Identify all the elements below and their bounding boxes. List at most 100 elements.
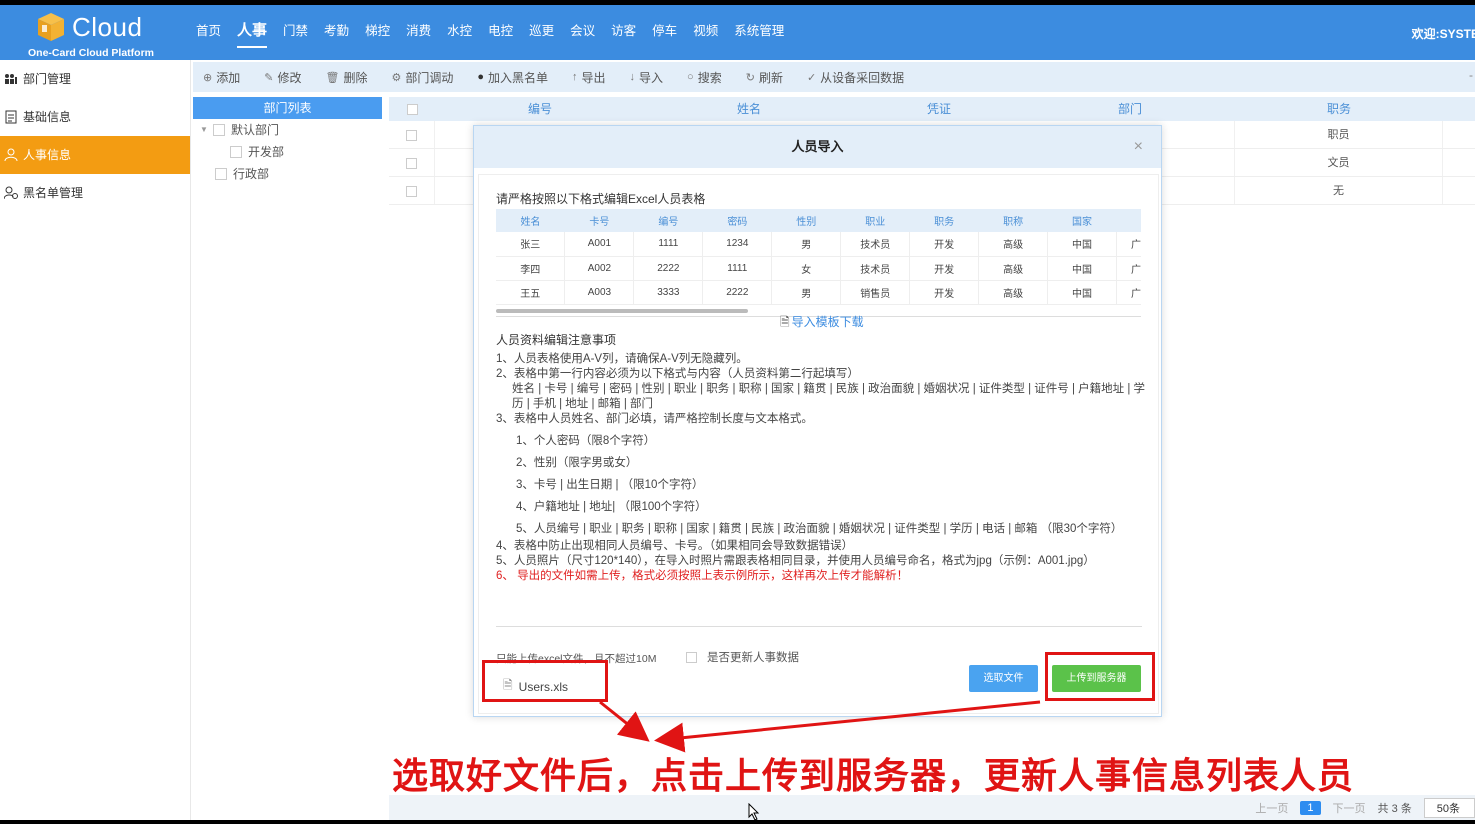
sidebar-item-blacklist[interactable]: 黑名单管理 [0,174,190,212]
position-cell: 文员 [1235,149,1443,176]
notes-title: 人员资料编辑注意事项 [496,333,617,347]
sidebar-item-label: 人事信息 [23,148,72,162]
document-icon [5,110,17,124]
note-item: 1、人员表格使用A-V列，请确保A-V列无隐藏列。 [496,353,748,365]
gear-icon: ⚙ [391,71,402,84]
current-page[interactable]: 1 [1300,800,1321,815]
note-subitem: 2、性别（限字男或女） [516,457,638,469]
export-button[interactable]: ↑ 导出 [572,69,606,86]
sidebar-item-label: 黑名单管理 [23,186,84,200]
nav-access[interactable]: 门禁 [275,5,316,60]
select-file-button[interactable]: 选取文件 [969,665,1038,692]
nav-patrol[interactable]: 巡更 [521,5,562,60]
next-page-button[interactable]: 下一页 [1333,800,1366,816]
table-header: 编号 姓名 凭证 部门 职务 [389,97,1475,121]
update-personnel-checkbox[interactable]: 是否更新人事数据 [686,649,799,665]
nav-attendance[interactable]: 考勤 [316,5,357,60]
collect-button[interactable]: ✓ 从设备采回数据 [807,69,904,86]
tree-node-dev[interactable]: 开发部 [193,141,382,163]
sample-row: 李四 A002 2222 1111 女技术员 开发 高级 中国广 [496,256,1141,281]
sample-col: 姓名 [496,209,565,232]
toolbar-more[interactable]: - [1469,68,1473,82]
nav-visitor[interactable]: 访客 [603,5,644,60]
col-position[interactable]: 职务 [1235,97,1443,121]
page-size-select[interactable]: 50条 [1423,797,1475,818]
import-button[interactable]: ↓ 导入 [630,69,664,86]
template-download-link[interactable]: 🗎 导入模板下载 [780,313,864,334]
sample-col: 编号 [633,209,703,232]
refresh-button[interactable]: ↻ 刷新 [746,69,783,86]
sample-col: 职务 [909,209,979,232]
search-icon: ○ [687,71,694,83]
note-item: 2、表格中第一行内容必须为以下格式与内容（人员资料第二行起填写） [496,368,859,380]
dialog-header: 人员导入 × [474,126,1161,168]
close-icon[interactable]: × [1134,126,1143,168]
nav-consume[interactable]: 消费 [398,5,439,60]
arrow-down-icon: ↓ [629,71,636,83]
nav-power[interactable]: 电控 [480,5,521,60]
select-all-checkbox[interactable] [406,104,418,116]
user-icon [4,148,18,162]
note-item: 4、表格中防止出现相同人员编号、卡号。（如果相同会导致数据错误） [496,540,854,552]
sidebar-item-personnel[interactable]: 人事信息 [0,136,190,174]
blacklist-button[interactable]: ● 加入黑名单 [477,69,548,86]
note-warning: 6、 导出的文件如需上传，格式必须按照上表示例所示，这样再次上传才能解析！ [496,570,909,582]
select-all-cell[interactable] [389,97,435,121]
logo: Cloud One-Card Cloud Platform [26,9,166,59]
row-checkbox[interactable] [406,157,417,169]
dot-icon: ● [477,71,484,83]
top-nav: 首页 人事 门禁 考勤 梯控 消费 水控 电控 巡更 会议 访客 停车 视频 系… [188,5,792,60]
col-dept[interactable]: 部门 [1025,97,1235,121]
sidebar-item-basic[interactable]: 基础信息 [0,98,190,136]
file-icon: 🗎 [780,315,790,329]
tree-node-default[interactable]: ▼ 默认部门 [193,119,382,141]
sample-col: 职称 [978,209,1048,232]
sample-row: 张三 A001 1111 1234 男技术员 开发 高级 中国广 [496,232,1141,257]
transfer-button[interactable]: ⚙ 部门调动 [391,69,453,86]
org-chart-icon [5,74,17,84]
welcome-text: 欢迎:SYSTE [1411,27,1475,41]
tree-node-admin[interactable]: 行政部 [193,163,382,185]
add-button[interactable]: ⊕ 添加 [203,69,240,86]
pencil-icon: ✎ [264,71,274,84]
tree-checkbox[interactable] [230,146,242,158]
transfer-label: 部门调动 [405,70,454,85]
tree-checkbox[interactable] [213,124,225,136]
nav-home[interactable]: 首页 [188,5,229,60]
tree-node-label: 默认部门 [231,123,280,137]
horizontal-scrollbar[interactable] [496,309,748,313]
position-cell: 职员 [1235,121,1443,148]
collect-label: 从设备采回数据 [820,70,905,85]
plus-circle-icon: ⊕ [203,71,213,84]
prev-page-button[interactable]: 上一页 [1255,800,1288,816]
nav-water[interactable]: 水控 [439,5,480,60]
update-checkbox[interactable] [686,651,697,663]
sidebar-item-label: 基础信息 [23,110,72,124]
nav-elevator[interactable]: 梯控 [357,5,398,60]
row-checkbox[interactable] [406,185,417,197]
toolbar: ⊕ 添加 ✎ 修改 🗑 删除 ⚙ 部门调动 ● 加入黑名单 ↑ 导出 ↓ 导入 ○ 搜索 ↻ 刷新… [193,62,1475,92]
nav-parking[interactable]: 停车 [644,5,685,60]
edit-label: 修改 [277,70,302,85]
nav-video[interactable]: 视频 [685,5,726,60]
nav-system[interactable]: 系统管理 [726,5,792,60]
search-button[interactable]: ○ 搜索 [687,69,722,86]
user-block-icon [4,186,18,200]
divider [496,626,1142,627]
col-id[interactable]: 编号 [435,97,645,121]
row-checkbox[interactable] [406,129,417,141]
tree-checkbox[interactable] [215,168,227,180]
sidebar-item-dept[interactable]: 部门管理 [0,60,190,98]
add-label: 添加 [216,70,241,85]
arrow-up-icon: ↑ [572,71,578,83]
delete-label: 删除 [343,70,368,85]
position-cell: 无 [1235,177,1443,204]
nav-personnel[interactable]: 人事 [229,5,275,60]
delete-button[interactable]: 🗑 删除 [325,69,367,86]
col-name[interactable]: 姓名 [645,97,853,121]
edit-button[interactable]: ✎ 修改 [264,69,301,86]
caret-down-icon[interactable]: ▼ [199,119,209,141]
nav-meeting[interactable]: 会议 [562,5,603,60]
top-bar: Cloud One-Card Cloud Platform 首页 人事 门禁 考… [0,5,1475,60]
col-credential[interactable]: 凭证 [853,97,1025,121]
